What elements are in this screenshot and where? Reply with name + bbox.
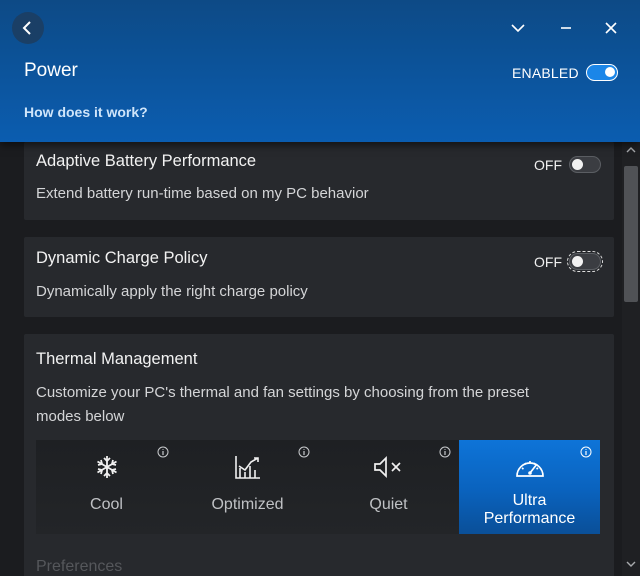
card-title: Dynamic Charge Policy xyxy=(36,249,208,267)
toggle-knob xyxy=(605,67,615,77)
vertical-scrollbar[interactable] xyxy=(622,142,640,576)
dynamic-charge-toggle[interactable] xyxy=(567,251,603,272)
toggle-knob xyxy=(572,256,583,267)
close-icon xyxy=(605,22,617,34)
thermal-mode-selector: Cool Optimized Quiet Ultra Performance xyxy=(36,440,601,534)
scrollbar-thumb[interactable] xyxy=(624,166,638,302)
chart-icon xyxy=(234,456,260,479)
card-description: Customize your PC's thermal and fan sett… xyxy=(36,384,530,425)
toggle-knob xyxy=(572,159,583,170)
snowflake-icon xyxy=(96,456,117,478)
minimize-icon xyxy=(561,27,571,29)
mode-optimized[interactable]: Optimized xyxy=(177,440,318,534)
back-icon xyxy=(22,21,31,35)
mode-label-line2: Performance xyxy=(483,510,576,527)
speaker-mute-icon xyxy=(373,455,401,479)
adaptive-battery-card: Adaptive Battery Performance Extend batt… xyxy=(24,142,614,220)
header-bar: Power How does it work? ENABLED xyxy=(0,0,640,142)
card-title: Adaptive Battery Performance xyxy=(36,152,257,170)
scroll-down-icon[interactable] xyxy=(626,560,636,568)
state-label: OFF xyxy=(534,157,562,173)
how-does-it-work-link[interactable]: How does it work? xyxy=(24,104,148,120)
mode-label-line1: Ultra xyxy=(512,492,547,509)
enabled-label: ENABLED xyxy=(512,65,579,81)
minimize-button[interactable] xyxy=(556,18,576,38)
back-button[interactable] xyxy=(12,12,44,44)
scroll-up-icon[interactable] xyxy=(626,146,636,154)
mode-label: Quiet xyxy=(369,496,408,513)
mode-label: Cool xyxy=(90,496,123,513)
close-button[interactable] xyxy=(601,18,621,38)
state-label: OFF xyxy=(534,254,562,270)
mode-label: Optimized xyxy=(211,496,284,513)
dynamic-charge-card: Dynamic Charge Policy Dynamically apply … xyxy=(24,237,614,317)
mode-quiet[interactable]: Quiet xyxy=(318,440,459,534)
chevron-down-icon xyxy=(511,24,525,33)
card-description: Dynamically apply the right charge polic… xyxy=(36,283,308,300)
mode-cool[interactable]: Cool xyxy=(36,440,177,534)
mode-ultra-performance[interactable]: Ultra Performance xyxy=(459,440,600,534)
speedometer-icon xyxy=(515,461,544,477)
card-title: Thermal Management xyxy=(36,350,198,368)
preferences-section-title: Preferences xyxy=(36,558,123,575)
card-description: Extend battery run-time based on my PC b… xyxy=(36,185,369,202)
mode-label: Ultra Performance xyxy=(459,492,600,528)
page-title: Power xyxy=(24,60,78,81)
collapse-button[interactable] xyxy=(508,18,528,38)
content-area: Adaptive Battery Performance Extend batt… xyxy=(0,142,622,576)
thermal-management-card: Thermal Management Customize your PC's t… xyxy=(24,334,614,576)
power-enabled-toggle[interactable] xyxy=(586,64,618,81)
adaptive-battery-toggle[interactable] xyxy=(569,156,601,173)
